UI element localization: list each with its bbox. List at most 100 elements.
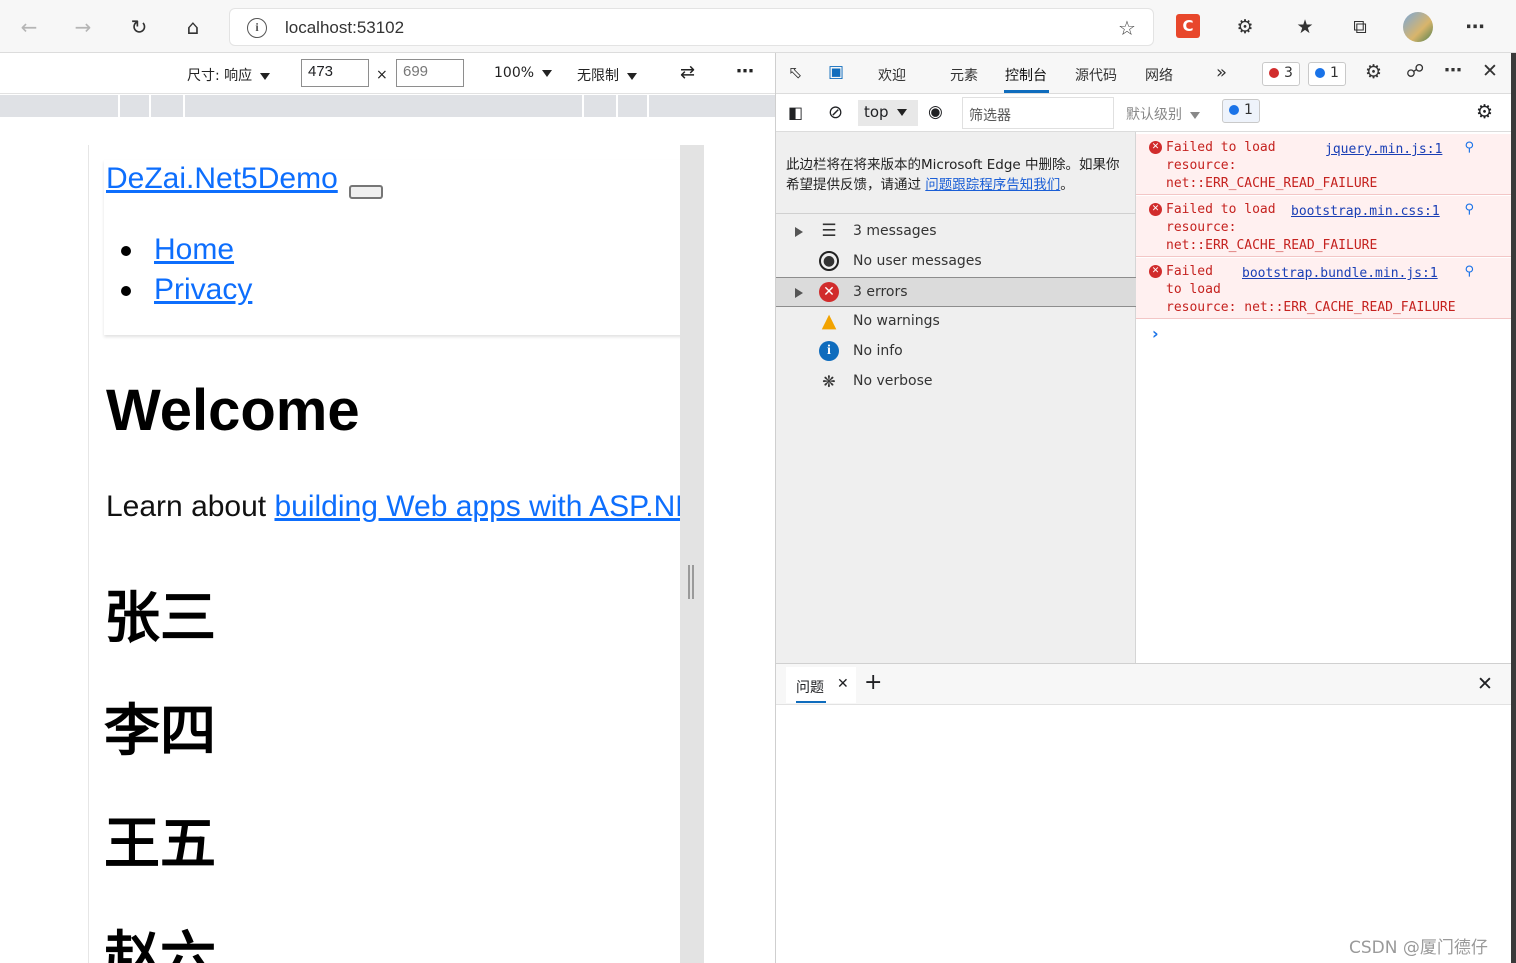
collections-icon[interactable]: ⧉: [1347, 14, 1373, 40]
console-sidebar: 此边栏将在将来版本的Microsoft Edge 中删除。如果你希望提供反馈，请…: [776, 132, 1136, 663]
tab-network[interactable]: 网络: [1145, 65, 1173, 85]
devtools-tabbar: ⬁ ▣ 欢迎 元素 控制台 源代码 网络 » 3 1 ⚙ ☍ ⋯ ✕: [776, 53, 1512, 94]
more-menu-icon[interactable]: ⋯: [1462, 14, 1488, 40]
zoom-label: 100%: [494, 65, 535, 81]
zoom-dropdown[interactable]: 100%: [494, 65, 553, 81]
dimensions-dropdown[interactable]: 尺寸: 响应: [187, 65, 271, 85]
tab-welcome[interactable]: 欢迎: [878, 65, 906, 85]
emulated-viewport: DeZai.Net5Demo Home Privacy Welcome Lear…: [88, 145, 680, 963]
tab-elements[interactable]: 元素: [950, 65, 978, 85]
bug-icon: ❋: [822, 371, 836, 391]
tab-sources[interactable]: 源代码: [1075, 65, 1117, 85]
error-icon: ✕: [1149, 203, 1162, 216]
expand-arrow-icon[interactable]: [795, 227, 803, 237]
width-input[interactable]: 473: [301, 59, 369, 87]
aspnet-docs-link[interactable]: building Web apps with ASP.NET Core: [274, 490, 680, 523]
console-filter-input[interactable]: 筛选器: [962, 97, 1114, 129]
source-link[interactable]: jquery.min.js:1: [1325, 141, 1442, 159]
active-tab-indicator: [1004, 90, 1049, 93]
console-output: ✕ Failed to load resource: net::ERR_CACH…: [1136, 132, 1512, 663]
clear-console-icon[interactable]: ⊘: [828, 102, 843, 123]
inspect-element-icon[interactable]: ⬁: [788, 63, 802, 83]
sidebar-item-warnings[interactable]: ▲ No warnings: [776, 307, 1136, 337]
right-edge-strip: [1511, 53, 1516, 963]
sidebar-item-label: No verbose: [853, 373, 933, 389]
sidebar-item-user-messages[interactable]: ● No user messages: [776, 247, 1136, 277]
add-tab-icon[interactable]: +: [864, 670, 882, 695]
refresh-button[interactable]: ↻: [124, 12, 154, 42]
console-error-message[interactable]: ✕ Failed to load resource: net::ERR_CACH…: [1136, 196, 1512, 257]
site-info-icon[interactable]: i: [247, 18, 267, 38]
viewport-resize-gutter: [680, 145, 704, 963]
close-tab-icon[interactable]: ✕: [837, 676, 849, 692]
more-tabs-icon[interactable]: »: [1216, 62, 1227, 83]
close-drawer-icon[interactable]: ✕: [1477, 673, 1493, 695]
ruler-divider: [647, 95, 649, 117]
console-error-message[interactable]: ✕ Failed to load resource: net::ERR_CACH…: [1136, 258, 1512, 319]
log-level-dropdown[interactable]: 默认级别: [1126, 104, 1200, 124]
context-label: top: [864, 103, 889, 121]
add-favorite-icon[interactable]: ☆: [1118, 16, 1136, 40]
chevron-down-icon: [260, 72, 271, 80]
tab-console[interactable]: 控制台: [1005, 65, 1047, 85]
expand-arrow-icon[interactable]: [795, 288, 803, 298]
favorites-icon[interactable]: ★: [1292, 14, 1318, 40]
device-more-icon[interactable]: ⋯: [736, 61, 754, 82]
sidebar-deprecation-notice: 此边栏将在将来版本的Microsoft Edge 中删除。如果你希望提供反馈，请…: [786, 155, 1126, 195]
console-prompt-chevron-icon[interactable]: ›: [1152, 324, 1159, 343]
forward-button[interactable]: →: [68, 12, 98, 42]
nav-link-privacy[interactable]: Privacy: [154, 273, 252, 306]
sidebar-item-errors[interactable]: ✕ 3 errors: [776, 277, 1136, 307]
message-dot-icon: [1229, 105, 1239, 115]
site-navbar: DeZai.Net5Demo Home Privacy: [104, 160, 680, 335]
site-brand-link[interactable]: DeZai.Net5Demo: [106, 162, 338, 196]
sidebar-item-messages[interactable]: ☰ 3 messages: [776, 217, 1136, 247]
devtools-more-icon[interactable]: ⋯: [1444, 60, 1462, 81]
rotate-icon[interactable]: ⇄: [680, 62, 695, 83]
extensions-icon[interactable]: ⚙: [1232, 14, 1258, 40]
url-text: localhost:53102: [285, 18, 405, 37]
nav-link-home[interactable]: Home: [154, 233, 234, 266]
sidebar-item-label: 3 messages: [853, 223, 937, 239]
back-button[interactable]: ←: [14, 12, 44, 42]
error-icon: ✕: [1149, 141, 1162, 154]
issues-tab-label: 问题: [796, 680, 824, 696]
source-link[interactable]: bootstrap.bundle.min.js:1: [1242, 265, 1438, 283]
error-count-badge[interactable]: 3: [1262, 62, 1300, 86]
tab-issues[interactable]: 问题 ✕: [786, 667, 856, 703]
viewport-resize-handle[interactable]: [688, 565, 694, 599]
settings-gear-icon[interactable]: ⚙: [1365, 61, 1382, 83]
throttle-dropdown[interactable]: 无限制: [577, 65, 637, 85]
live-expression-eye-icon[interactable]: ◉: [928, 102, 943, 122]
error-dot-icon: [1269, 68, 1279, 78]
address-bar[interactable]: i localhost:53102 ☆: [229, 8, 1154, 46]
navbar-toggler-button[interactable]: [349, 185, 383, 199]
sidebar-item-info[interactable]: i No info: [776, 337, 1136, 367]
active-tab-indicator: [796, 701, 826, 703]
customize-icon[interactable]: ☍: [1406, 61, 1424, 82]
info-icon: i: [819, 341, 839, 361]
search-icon[interactable]: ⚲: [1464, 139, 1474, 157]
extension-csdn-icon[interactable]: C: [1176, 14, 1200, 38]
feedback-link[interactable]: 问题跟踪程序告知我们: [925, 177, 1060, 193]
media-query-bar[interactable]: [0, 95, 775, 117]
height-input[interactable]: 699: [396, 59, 464, 87]
home-button[interactable]: ⌂: [178, 12, 208, 42]
source-link[interactable]: bootstrap.min.css:1: [1291, 203, 1440, 221]
issues-badge[interactable]: 1: [1222, 99, 1260, 123]
context-selector[interactable]: top: [858, 100, 918, 126]
search-icon[interactable]: ⚲: [1464, 263, 1474, 281]
close-devtools-icon[interactable]: ✕: [1482, 60, 1498, 82]
ruler-divider: [616, 95, 618, 117]
notice-end: 。: [1060, 177, 1074, 193]
sidebar-item-verbose[interactable]: ❋ No verbose: [776, 367, 1136, 397]
toggle-sidebar-icon[interactable]: ◧: [788, 103, 803, 122]
error-count: 3: [1284, 65, 1293, 81]
profile-avatar[interactable]: [1403, 12, 1433, 42]
console-error-message[interactable]: ✕ Failed to load resource: net::ERR_CACH…: [1136, 134, 1512, 195]
info-count-badge[interactable]: 1: [1308, 62, 1346, 86]
search-icon[interactable]: ⚲: [1464, 201, 1474, 219]
device-emulation-icon[interactable]: ▣: [828, 62, 844, 82]
console-settings-gear-icon[interactable]: ⚙: [1476, 101, 1493, 123]
sidebar-item-label: No info: [853, 343, 903, 359]
